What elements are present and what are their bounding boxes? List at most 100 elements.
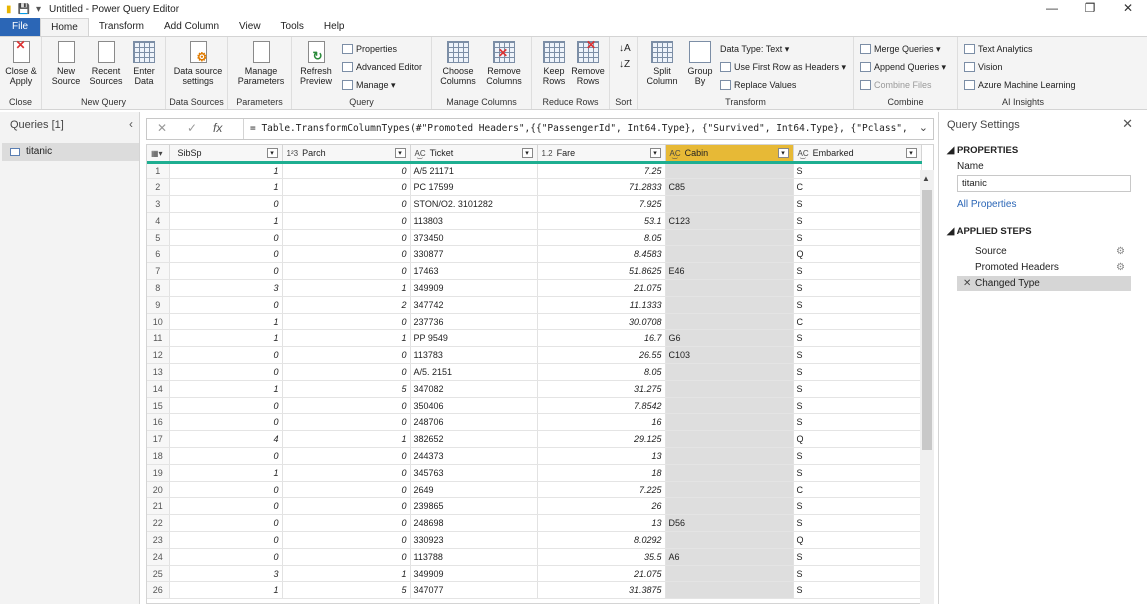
table-row[interactable]: 9 0 2 347742 11.1333 S [147,296,922,314]
table-cell[interactable]: 1 [282,329,411,348]
row-number[interactable]: 1 [147,162,170,180]
column-header-fare[interactable]: 1.2 Fare ▾ [537,145,666,164]
row-number[interactable]: 10 [147,313,170,331]
table-cell[interactable]: 0 [169,245,283,264]
refresh-preview-button[interactable]: ↻ Refresh Preview [294,41,338,86]
table-row[interactable]: 15 0 0 350406 7.8542 S [147,397,922,415]
table-cell[interactable]: C [793,481,922,499]
table-row[interactable]: 10 1 0 237736 30.0708 C [147,313,922,331]
table-row[interactable]: 3 0 0 STON/O2. 3101282 7.925 S [147,195,922,213]
column-type-icon[interactable]: 1²3 [287,149,299,158]
table-row[interactable]: 18 0 0 244373 13 S [147,447,922,465]
table-cell[interactable]: 0 [282,212,411,230]
table-cell[interactable]: 1 [169,178,283,197]
table-cell[interactable]: S [793,212,922,230]
choose-columns-button[interactable]: Choose Columns [436,41,480,86]
table-cell[interactable]: S [793,162,922,180]
table-row[interactable]: 1 1 0 A/5 21171 7.25 S [147,162,922,180]
manage-parameters-button[interactable]: Manage Parameters [232,41,290,86]
close-settings-icon[interactable]: ✕ [1122,116,1133,132]
split-column-button[interactable]: Split Column [640,41,684,86]
step-settings-gear-icon[interactable]: ⚙ [1116,260,1125,275]
table-cell[interactable]: 31.275 [537,380,666,398]
table-row[interactable]: 11 1 1 PP 9549 16.7 G6 S [147,329,922,348]
table-row[interactable]: 4 1 0 113803 53.1 C123 S [147,212,922,230]
table-cell[interactable] [665,581,794,600]
table-cell[interactable] [665,363,794,381]
table-cell[interactable]: S [793,346,922,365]
column-header-ticket[interactable]: A͜C Ticket ▾ [410,145,538,164]
table-cell[interactable]: 237736 [410,313,538,331]
table-cell[interactable] [665,380,794,398]
table-row[interactable]: 21 0 0 239865 26 S [147,497,922,516]
table-cell[interactable]: 1 [282,565,411,583]
table-cell[interactable]: 350406 [410,397,538,415]
row-number[interactable]: 12 [147,346,170,365]
table-cell[interactable]: 0 [282,397,411,415]
table-cell[interactable]: 71.2833 [537,178,666,197]
append-queries-button[interactable]: Append Queries ▾ [860,61,946,73]
sort-descending-icon[interactable]: ↓Z [619,59,630,71]
table-cell[interactable] [665,229,794,247]
remove-columns-button[interactable]: ✕ Remove Columns [482,41,526,86]
tab-tools[interactable]: Tools [271,18,314,36]
table-cell[interactable]: 51.8625 [537,262,666,281]
table-cell[interactable]: 18 [537,464,666,482]
row-number[interactable]: 13 [147,363,170,381]
table-cell[interactable]: 5 [282,581,411,600]
properties-button[interactable]: Properties [342,43,397,55]
table-cell[interactable]: 4 [169,430,283,449]
table-cell[interactable] [665,279,794,297]
expand-formula-icon[interactable]: ⌄ [919,121,928,134]
table-corner[interactable]: ▦▾ [147,145,170,164]
table-cell[interactable]: S [793,581,922,600]
table-cell[interactable]: 330877 [410,245,538,264]
table-cell[interactable]: 26 [537,497,666,516]
row-number[interactable]: 22 [147,514,170,533]
combine-files-button[interactable]: Combine Files [860,79,932,91]
new-source-button[interactable]: New Source [44,41,88,86]
vertical-scrollbar[interactable]: ▲ [920,170,934,604]
table-cell[interactable]: 11.1333 [537,296,666,314]
table-row[interactable]: 14 1 5 347082 31.275 S [147,380,922,398]
table-cell[interactable]: 0 [169,531,283,549]
table-cell[interactable]: 1 [169,313,283,331]
table-cell[interactable]: Q [793,430,922,449]
table-row[interactable]: 23 0 0 330923 8.0292 Q [147,531,922,549]
table-row[interactable]: 20 0 0 2649 7.225 C [147,481,922,499]
table-cell[interactable]: 8.4583 [537,245,666,264]
table-row[interactable]: 12 0 0 113783 26.55 C103 S [147,346,922,365]
table-cell[interactable]: 0 [169,195,283,213]
table-cell[interactable]: 31.3875 [537,581,666,600]
table-cell[interactable]: 0 [282,481,411,499]
table-cell[interactable]: S [793,380,922,398]
table-cell[interactable]: 0 [169,397,283,415]
table-cell[interactable]: S [793,497,922,516]
expand-steps-icon[interactable]: ◢ [947,226,957,237]
step-settings-gear-icon[interactable]: ⚙ [1116,244,1125,259]
row-number[interactable]: 15 [147,397,170,415]
table-row[interactable]: 24 0 0 113788 35.5 A6 S [147,548,922,566]
table-cell[interactable] [665,313,794,331]
enter-data-button[interactable]: Enter Data [122,41,166,86]
table-cell[interactable]: 21.075 [537,565,666,583]
table-cell[interactable]: STON/O2. 3101282 [410,195,538,213]
table-cell[interactable]: S [793,262,922,281]
table-cell[interactable]: 347077 [410,581,538,600]
table-cell[interactable]: PC 17599 [410,178,538,197]
table-cell[interactable] [665,397,794,415]
table-cell[interactable]: 0 [169,447,283,465]
table-cell[interactable]: 16.7 [537,329,666,348]
table-cell[interactable]: S [793,447,922,465]
table-cell[interactable]: C [793,178,922,197]
filter-dropdown-icon[interactable]: ▾ [649,148,661,158]
table-cell[interactable]: 0 [282,548,411,566]
table-cell[interactable]: 5 [282,380,411,398]
table-cell[interactable]: 347082 [410,380,538,398]
table-cell[interactable]: 330923 [410,531,538,549]
row-number[interactable]: 14 [147,380,170,398]
tab-home[interactable]: Home [40,18,89,36]
table-cell[interactable]: 13 [537,447,666,465]
table-cell[interactable]: 17463 [410,262,538,281]
tab-transform[interactable]: Transform [89,18,154,36]
